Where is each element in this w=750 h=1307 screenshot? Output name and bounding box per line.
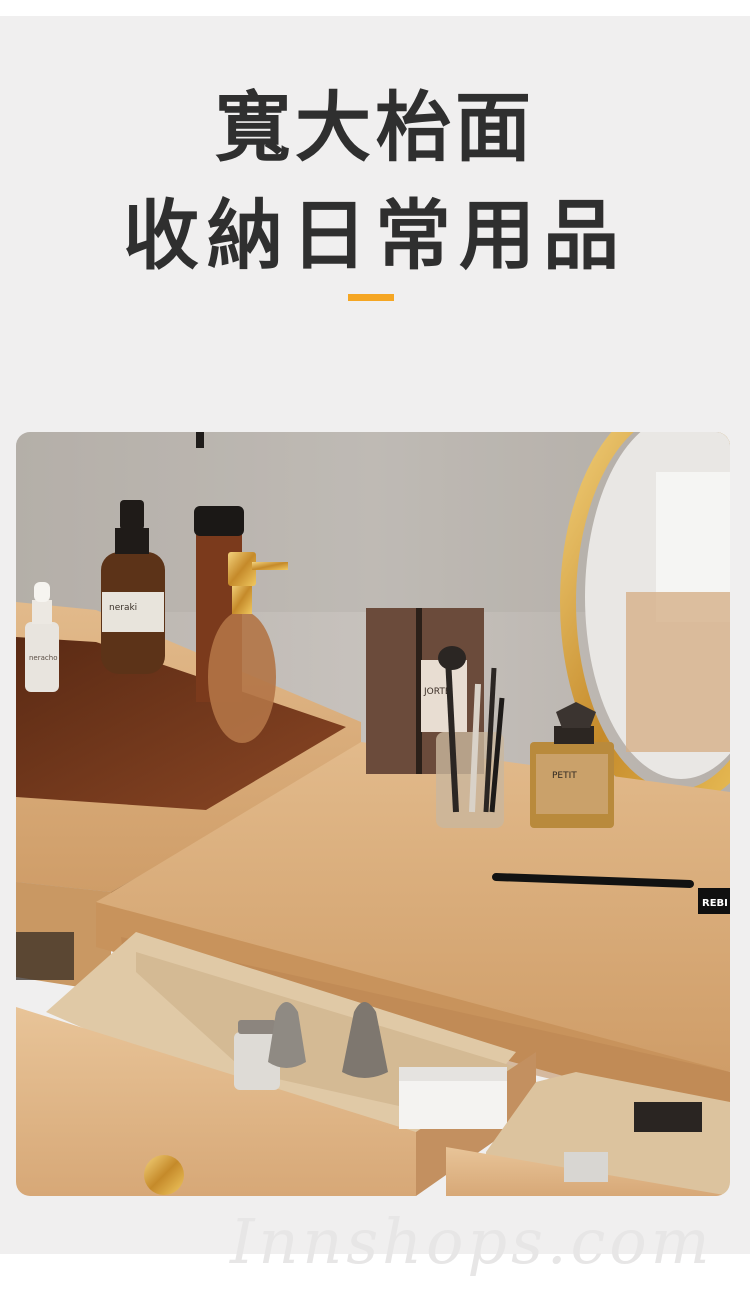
product-photo: neracho neraki JORTE PETIT REBI bbox=[16, 432, 730, 1196]
svg-text:PETIT: PETIT bbox=[552, 771, 577, 781]
lamp-stub bbox=[196, 432, 204, 448]
svg-text:neraki: neraki bbox=[109, 603, 137, 613]
page-title-line1: 寬大枱面 bbox=[215, 83, 535, 172]
page-title-line2: 收納日常用品 bbox=[123, 191, 627, 280]
svg-text:REBI: REBI bbox=[702, 898, 728, 909]
watermark: Innshops.com bbox=[230, 1205, 714, 1278]
lipstick-box: REBI bbox=[698, 888, 730, 914]
svg-text:neracho: neracho bbox=[29, 654, 57, 662]
accent-bar bbox=[348, 294, 394, 301]
